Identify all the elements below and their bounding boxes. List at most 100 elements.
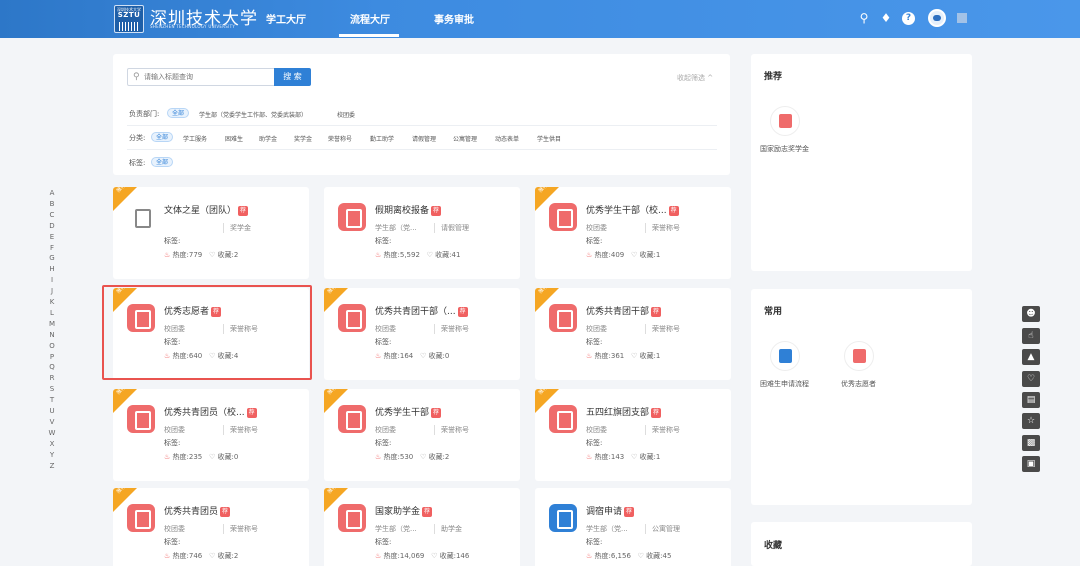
recommend-badge: 荐: [246, 408, 257, 418]
process-card[interactable]: 推荐 优秀共青团干部荐校团委 荣誉称号 标签: ♨ 热度:361 ♡ 收藏:1: [535, 288, 731, 380]
alphabet-letter-e[interactable]: E: [47, 233, 57, 241]
search-input[interactable]: [144, 71, 270, 83]
fav-value: 41: [451, 251, 461, 259]
university-subtitle: SHENZHEN TECHNOLOGY UNIVERSITY: [150, 24, 236, 29]
favorites-title: 收藏: [764, 541, 783, 551]
alphabet-letter-i[interactable]: I: [47, 276, 57, 284]
category-option-3[interactable]: 助学金: [259, 134, 277, 143]
category-option-8[interactable]: 公寓管理: [453, 134, 477, 143]
card-tag-label: 标签:: [375, 439, 392, 447]
process-card[interactable]: 推荐 国家助学金荐学生部（党... 助学金 标签: ♨ 热度:14,069 ♡ 收藏:1…: [324, 488, 520, 566]
heat-label: 热度:: [172, 251, 189, 259]
heart-icon[interactable]: ♡: [631, 352, 637, 360]
alphabet-letter-c[interactable]: C: [47, 211, 57, 219]
heart-icon[interactable]: ♡: [209, 453, 215, 461]
alphabet-letter-u[interactable]: U: [47, 407, 57, 415]
heart-icon[interactable]: ♡: [431, 552, 437, 560]
process-card[interactable]: 推荐 优秀共青团员荐校团委 荣誉称号 标签: ♨ 热度:746 ♡ 收藏:2: [113, 488, 309, 566]
heart-icon[interactable]: ♡: [631, 453, 637, 461]
alphabet-letter-w[interactable]: W: [47, 429, 57, 437]
avatar[interactable]: [928, 9, 946, 27]
alphabet-letter-z[interactable]: Z: [47, 462, 57, 470]
alphabet-letter-j[interactable]: J: [47, 287, 57, 295]
alphabet-letter-f[interactable]: F: [47, 244, 57, 252]
search-icon[interactable]: ⚲: [857, 11, 871, 25]
alphabet-letter-a[interactable]: A: [47, 189, 57, 197]
card-tag-label: 标签:: [375, 538, 392, 546]
category-option-all[interactable]: 全部: [151, 132, 174, 142]
search-button[interactable]: 搜 索: [274, 68, 311, 86]
alphabet-letter-y[interactable]: Y: [47, 451, 57, 459]
alphabet-letter-s[interactable]: S: [47, 385, 57, 393]
alphabet-letter-o[interactable]: O: [47, 342, 57, 350]
dept-option-all[interactable]: 全部: [167, 108, 190, 118]
category-option-4[interactable]: 奖学金: [294, 134, 312, 143]
heat-label: 热度:: [383, 552, 400, 560]
heart-icon[interactable]: ♡: [631, 251, 637, 259]
card-department: 校团委: [375, 426, 396, 434]
dept-option-student[interactable]: 学生部（党委学生工作部、党委武装部）: [199, 110, 307, 119]
alphabet-letter-d[interactable]: D: [47, 222, 57, 230]
card-title-text: 假期离校报备: [375, 206, 430, 216]
alphabet-letter-q[interactable]: Q: [47, 363, 57, 371]
category-option-5[interactable]: 荣誉称号: [328, 134, 352, 143]
heart-icon[interactable]: ♡: [420, 352, 426, 360]
nav-approval[interactable]: 事务审批: [434, 11, 474, 26]
alphabet-letter-r[interactable]: R: [47, 374, 57, 382]
alphabet-letter-k[interactable]: K: [47, 298, 57, 306]
university-logo[interactable]: 深圳技术大学 SZTU: [114, 5, 144, 33]
heart-icon[interactable]: ♡: [427, 251, 433, 259]
alphabet-letter-p[interactable]: P: [47, 353, 57, 361]
bell-icon[interactable]: ♦: [879, 11, 893, 25]
print-icon[interactable]: ▩: [1022, 435, 1040, 451]
heart-icon[interactable]: ♡: [638, 552, 644, 560]
card-title-text: 五四红旗团支部: [586, 408, 650, 418]
handshake-icon[interactable]: ☝: [1022, 328, 1040, 344]
recommend-item[interactable]: 国家励志奖学金: [760, 106, 809, 154]
process-card[interactable]: 推荐 优秀共青团员（校... 荐校团委 荣誉称号 标签: ♨ 热度:235 ♡ 收藏:0: [113, 389, 309, 481]
process-card[interactable]: 推荐 优秀共青团干部（... 荐校团委 荣誉称号 标签: ♨ 热度:164 ♡ 收藏:0: [324, 288, 520, 380]
process-card[interactable]: 推荐 优秀学生干部荐校团委 荣誉称号 标签: ♨ 热度:530 ♡ 收藏:2: [324, 389, 520, 481]
ribbon-text: 推荐: [537, 187, 550, 194]
document-search-icon[interactable]: ▤: [1022, 392, 1040, 408]
process-card[interactable]: 调宿申请荐学生部（党... 公寓管理 标签: ♨ 热度:6,156 ♡ 收藏:45: [535, 488, 731, 566]
process-card[interactable]: 假期离校报备荐学生部（党... 请假管理 标签: ♨ 热度:5,592 ♡ 收藏:41: [324, 187, 520, 279]
category-option-7[interactable]: 请假管理: [412, 134, 436, 143]
alphabet-letter-h[interactable]: H: [47, 265, 57, 273]
message-icon[interactable]: ▣: [1022, 456, 1040, 472]
tag-filter-label: 标签:: [129, 159, 146, 167]
shirt-icon[interactable]: ▲: [1022, 349, 1040, 365]
category-option-10[interactable]: 学生供目: [537, 134, 561, 143]
fire-icon: ♨: [586, 552, 593, 560]
category-option-9[interactable]: 动态表单: [495, 134, 519, 143]
category-option-2[interactable]: 困难生: [225, 134, 243, 143]
alphabet-letter-b[interactable]: B: [47, 200, 57, 208]
help-icon[interactable]: ?: [902, 12, 915, 25]
process-card[interactable]: 推荐 优秀学生干部（校... 荐校团委 荣誉称号 标签: ♨ 热度:409 ♡ 收藏:1: [535, 187, 731, 279]
alphabet-letter-g[interactable]: G: [47, 254, 57, 262]
collapse-filter-link[interactable]: 收起筛选 ^: [677, 73, 713, 83]
category-option-6[interactable]: 勤工助学: [370, 134, 394, 143]
tag-option-all[interactable]: 全部: [151, 157, 174, 167]
nav-student-hall[interactable]: 学工大厅: [266, 11, 306, 26]
category-option-1[interactable]: 学工服务: [183, 134, 207, 143]
alphabet-letter-x[interactable]: X: [47, 440, 57, 448]
heart-icon[interactable]: ♡: [209, 251, 215, 259]
common-item-volunteer[interactable]: 优秀志愿者: [841, 341, 876, 389]
nav-process-hall[interactable]: 流程大厅: [350, 11, 390, 26]
process-card[interactable]: 推荐 文体之星（团队）荐奖学金 标签: ♨ 热度:779 ♡ 收藏:2: [113, 187, 309, 279]
alphabet-letter-n[interactable]: N: [47, 331, 57, 339]
dept-option-youth[interactable]: 校团委: [337, 110, 355, 119]
search-box[interactable]: ⚲: [127, 68, 275, 86]
common-item-hardship[interactable]: 困难生申请流程: [760, 341, 809, 389]
alphabet-letter-t[interactable]: T: [47, 396, 57, 404]
star-icon[interactable]: ☆: [1022, 413, 1040, 429]
heart-icon[interactable]: ♡: [209, 552, 215, 560]
alphabet-letter-v[interactable]: V: [47, 418, 57, 426]
alphabet-letter-m[interactable]: M: [47, 320, 57, 328]
process-card[interactable]: 推荐 五四红旗团支部荐校团委 荣誉称号 标签: ♨ 热度:143 ♡ 收藏:1: [535, 389, 731, 481]
heart-add-icon[interactable]: ♡: [1022, 371, 1040, 387]
user-icon[interactable]: ☻: [1022, 306, 1040, 322]
alphabet-letter-l[interactable]: L: [47, 309, 57, 317]
heart-icon[interactable]: ♡: [420, 453, 426, 461]
